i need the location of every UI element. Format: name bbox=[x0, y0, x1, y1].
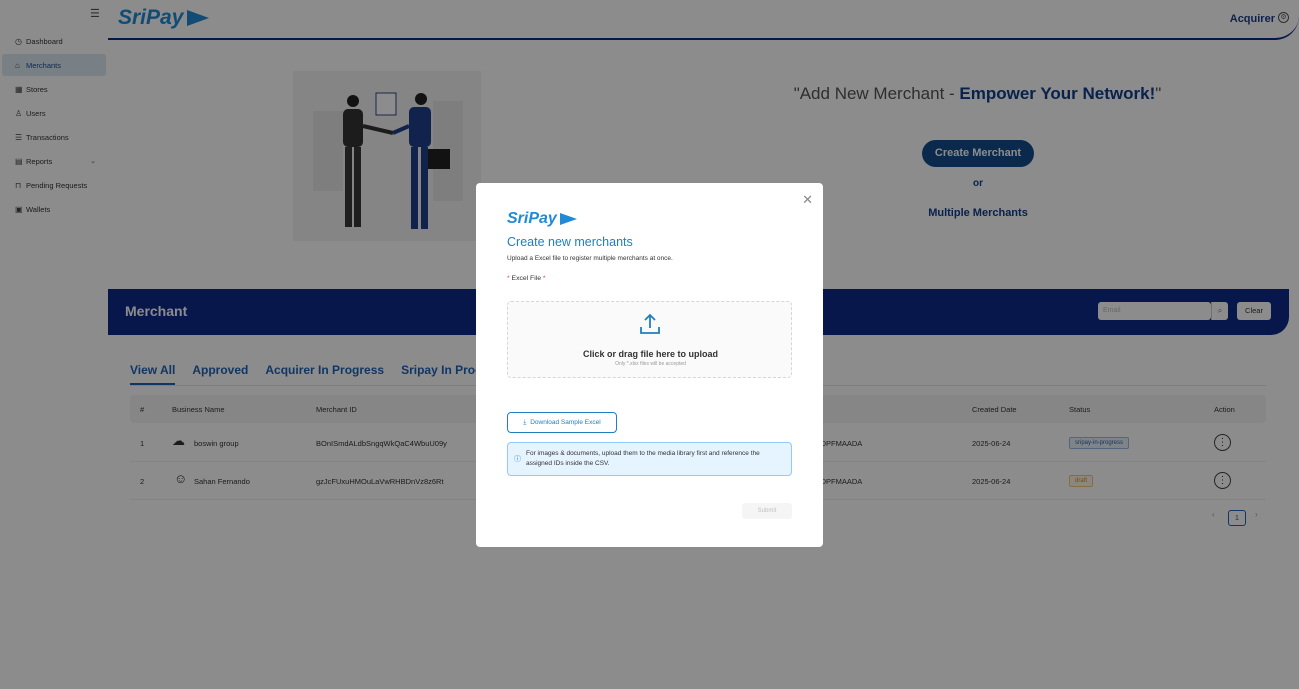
dropzone-hint: Only *.xlsx files will be accepted bbox=[615, 361, 686, 367]
file-dropzone[interactable]: Click or drag file here to upload Only *… bbox=[507, 301, 792, 378]
field-label-text: Excel File bbox=[511, 275, 542, 282]
required-marker: * bbox=[542, 275, 546, 282]
required-marker: * bbox=[507, 275, 510, 282]
download-label: Download Sample Excel bbox=[530, 419, 601, 426]
modal-subtitle: Upload a Excel file to register multiple… bbox=[507, 255, 673, 262]
upload-icon bbox=[640, 313, 660, 334]
modal-brand-logo: SriPay bbox=[507, 210, 577, 228]
info-alert: ⓘ For images & documents, upload them to… bbox=[507, 442, 792, 476]
modal-logo-text: SriPay bbox=[507, 210, 557, 227]
logo-arrow-icon bbox=[559, 212, 577, 225]
info-text: For images & documents, upload them to t… bbox=[526, 450, 760, 467]
close-icon[interactable]: ✕ bbox=[802, 192, 813, 208]
modal-title: Create new merchants bbox=[507, 235, 633, 249]
download-sample-button[interactable]: ⤓ Download Sample Excel bbox=[507, 412, 617, 433]
create-merchants-modal: ✕ SriPay Create new merchants Upload a E… bbox=[476, 183, 823, 547]
info-icon: ⓘ bbox=[514, 456, 521, 463]
download-icon: ⤓ bbox=[523, 418, 527, 426]
excel-file-label: * Excel File * bbox=[507, 275, 546, 282]
submit-button[interactable]: Submit bbox=[742, 503, 792, 519]
dropzone-text: Click or drag file here to upload bbox=[582, 349, 719, 359]
